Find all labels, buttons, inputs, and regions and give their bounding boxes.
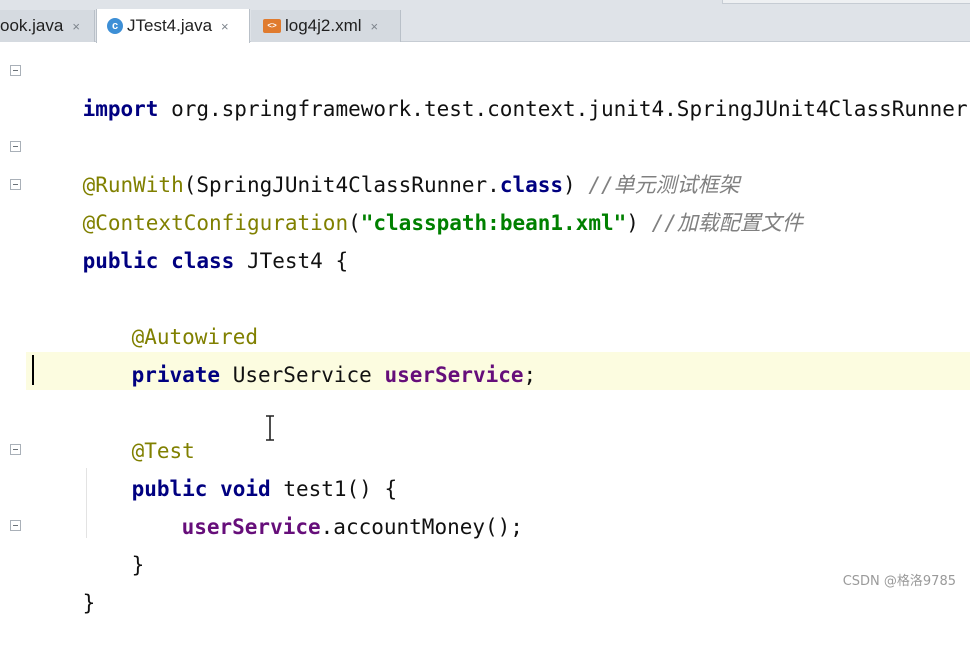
tab-label: log4j2.xml bbox=[285, 16, 362, 35]
keyword-private: private bbox=[131, 363, 221, 387]
semicolon: ; bbox=[523, 363, 537, 387]
watermark: CSDN @格洛9785 bbox=[842, 574, 956, 589]
method-call: .accountMoney(); bbox=[320, 515, 523, 539]
tab-label: ook.java bbox=[0, 16, 64, 35]
code-editor[interactable]: import org.springframework.test.context.… bbox=[0, 43, 970, 615]
tab-bar-right-strip bbox=[722, 0, 970, 4]
closing-brace: } bbox=[82, 591, 96, 615]
import-path: org.springframework.test.context.junit4.… bbox=[158, 97, 970, 121]
class-declaration: JTest4 { bbox=[234, 249, 349, 273]
keyword-import: import bbox=[82, 97, 159, 121]
code-line-5: @Autowired bbox=[81, 280, 258, 349]
keyword-class: class bbox=[171, 249, 235, 273]
code-line-1: import org.springframework.test.context.… bbox=[32, 52, 970, 121]
close-icon[interactable]: × bbox=[221, 19, 229, 34]
tab-jtest4-java[interactable]: c JTest4.java × bbox=[96, 9, 250, 43]
close-icon[interactable]: × bbox=[371, 19, 379, 34]
field-userservice: userService bbox=[384, 363, 524, 387]
tab-log4j2-xml[interactable]: <> log4j2.xml × bbox=[251, 10, 401, 42]
code-line-11: } bbox=[32, 546, 96, 615]
close-icon[interactable]: × bbox=[72, 19, 80, 34]
fold-marker-icon[interactable] bbox=[10, 179, 21, 190]
class-c-icon: c bbox=[107, 18, 123, 34]
fold-marker-icon[interactable] bbox=[10, 520, 21, 531]
type-userservice: UserService bbox=[220, 363, 385, 387]
code-line-4: public class JTest4 { bbox=[32, 204, 349, 273]
paren-open: ( bbox=[348, 211, 361, 235]
editor-tab-bar: ook.java × c JTest4.java × <> log4j2.xml… bbox=[0, 0, 970, 43]
code-line-7: @Test bbox=[81, 394, 195, 463]
string-classpath: "classpath:bean1.xml" bbox=[360, 211, 627, 235]
xml-file-icon: <> bbox=[263, 19, 281, 33]
code-line-9: userService.accountMoney(); bbox=[131, 470, 523, 539]
keyword-public: public bbox=[82, 249, 159, 273]
closing-brace: } bbox=[131, 553, 145, 577]
fold-marker-icon[interactable] bbox=[10, 65, 21, 76]
paren-close: ) bbox=[626, 211, 652, 235]
fold-marker-icon[interactable] bbox=[10, 141, 21, 152]
code-line-2: @RunWith(SpringJUnit4ClassRunner.class) … bbox=[32, 128, 740, 197]
field-userservice: userService bbox=[181, 515, 321, 539]
fold-marker-icon[interactable] bbox=[10, 444, 21, 455]
tab-book-java[interactable]: ook.java × bbox=[0, 10, 95, 42]
editor-gutter bbox=[0, 43, 26, 601]
code-line-3: @ContextConfiguration("classpath:bean1.x… bbox=[32, 166, 803, 235]
text-caret bbox=[32, 355, 34, 385]
code-line-6: private UserService userService; bbox=[81, 318, 537, 387]
tab-label: JTest4.java bbox=[127, 16, 213, 35]
comment-load-config: //加载配置文件 bbox=[651, 211, 803, 235]
code-line-8: public void test1() { bbox=[81, 432, 398, 501]
code-line-10: } bbox=[81, 508, 145, 577]
